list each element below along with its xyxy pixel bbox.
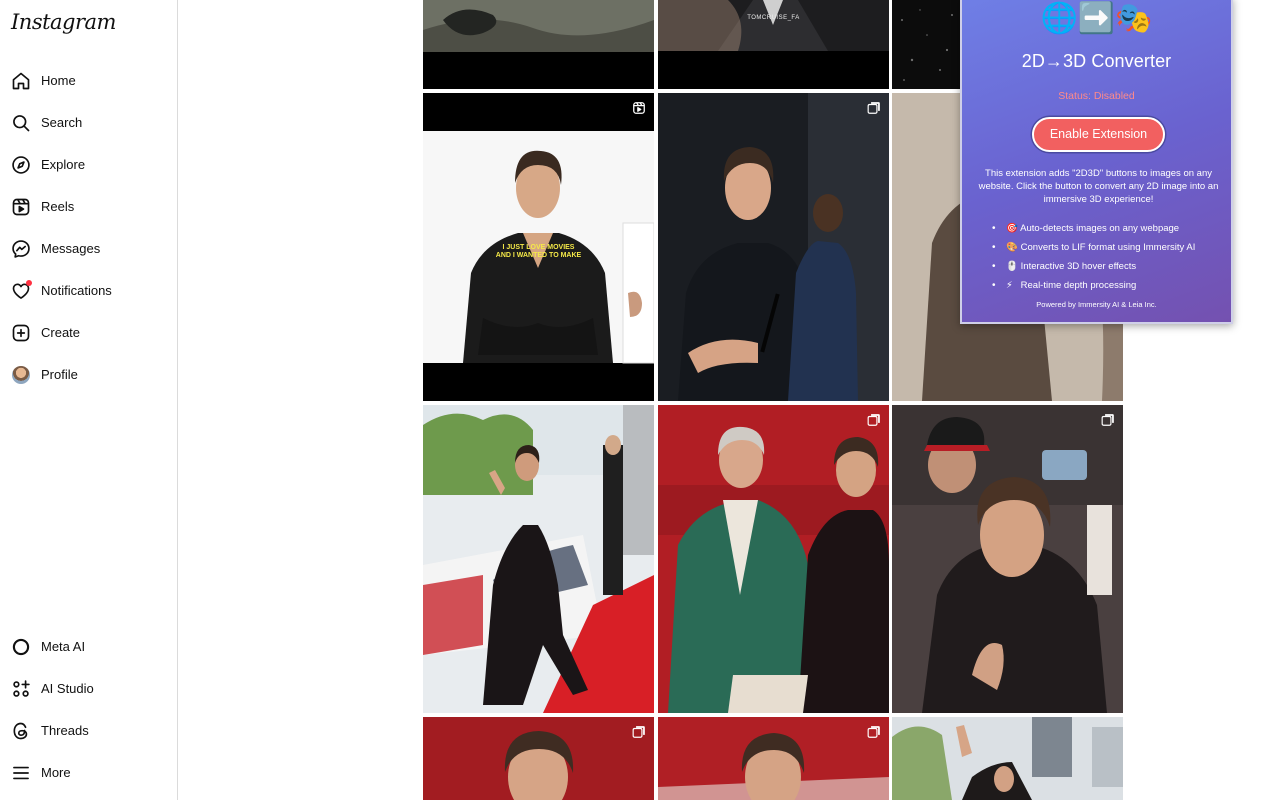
feature-text: Interactive 3D hover effects [1020, 261, 1137, 272]
post-tile[interactable] [892, 717, 1123, 800]
post-tile[interactable] [658, 717, 889, 800]
instagram-logo[interactable]: Instagram [11, 10, 116, 34]
instagram-window: Instagram Home Search Explore Reels Mess… [0, 0, 1280, 800]
sidebar-item-search[interactable]: Search [0, 103, 177, 143]
sidebar-item-label: Create [41, 325, 81, 340]
sidebar-item-home[interactable]: Home [0, 61, 177, 101]
search-icon [11, 113, 31, 133]
post-overlay-caption: TOMCRUISE_FA [747, 15, 800, 21]
carousel-icon [867, 413, 881, 427]
post-tile[interactable] [423, 0, 654, 89]
sidebar-item-label: Explore [41, 157, 86, 172]
post-tile[interactable] [423, 717, 654, 800]
feature-item: 🖱️ Interactive 3D hover effects [992, 257, 1222, 276]
post-image [658, 93, 889, 401]
carousel-icon [1101, 413, 1115, 427]
mouse-icon: 🖱️ [1006, 261, 1018, 272]
sidebar-item-reels[interactable]: Reels [0, 187, 177, 227]
lightning-icon: ⚡ [1006, 280, 1013, 291]
plus-square-icon [11, 323, 31, 343]
post-image [892, 717, 1123, 800]
post-tile[interactable] [658, 405, 889, 713]
messenger-icon [11, 239, 31, 259]
post-image [423, 405, 654, 713]
feature-text: Converts to LIF format using Immersity A… [1020, 242, 1196, 253]
avatar [12, 366, 30, 384]
sidebar-item-label: More [41, 765, 71, 780]
compass-icon [11, 155, 31, 175]
target-icon: 🎯 [1006, 223, 1018, 234]
reel-icon [632, 101, 646, 115]
sidebar: Instagram Home Search Explore Reels Mess… [0, 0, 178, 800]
sidebar-item-label: Meta AI [41, 639, 86, 654]
post-image [423, 717, 654, 800]
post-tile[interactable]: I JUST LOVE MOVIES AND I WANTED TO MAKE [423, 93, 654, 401]
feature-item: 🎯 Auto-detects images on any webpage [992, 219, 1222, 238]
post-tile[interactable] [658, 93, 889, 401]
carousel-icon [867, 101, 881, 115]
extension-status: Status: Disabled [1058, 90, 1135, 102]
feature-text: Auto-detects images on any webpage [1020, 223, 1180, 234]
sidebar-item-more[interactable]: More [0, 753, 177, 793]
notification-dot [26, 280, 32, 286]
carousel-icon [632, 725, 646, 739]
ai-studio-icon [11, 679, 31, 699]
post-image [658, 0, 889, 89]
sidebar-item-label: Home [41, 73, 76, 88]
extension-feature-list: 🎯 Auto-detects images on any webpage 🎨 C… [992, 219, 1222, 295]
extension-footer: Powered by Immersity AI & Leia Inc. [1036, 300, 1157, 309]
sidebar-item-label: Messages [41, 241, 101, 256]
extension-popup: 🌐➡️🎭 2D→3D Converter Status: Disabled En… [960, 0, 1233, 324]
threads-icon [11, 721, 31, 741]
sidebar-item-messages[interactable]: Messages [0, 229, 177, 269]
palette-icon: 🎨 [1006, 242, 1018, 253]
post-tile[interactable] [423, 405, 654, 713]
enable-extension-button[interactable]: Enable Extension [1032, 117, 1165, 152]
sidebar-item-ai-studio[interactable]: AI Studio [0, 669, 177, 709]
post-tile[interactable] [892, 405, 1123, 713]
sidebar-item-meta-ai[interactable]: Meta AI [0, 627, 177, 667]
meta-ai-icon [11, 637, 31, 657]
sidebar-item-label: Threads [41, 723, 89, 738]
home-icon [11, 71, 31, 91]
feature-item: ⚡ Real-time depth processing [992, 276, 1222, 295]
post-tile[interactable]: TOMCRUISE_FA [658, 0, 889, 89]
post-image [658, 717, 889, 800]
sidebar-item-profile[interactable]: Profile [0, 355, 177, 395]
extension-emoji-banner: 🌐➡️🎭 [1040, 2, 1153, 35]
sidebar-item-label: AI Studio [41, 681, 94, 696]
reels-icon [11, 197, 31, 217]
extension-title: 2D→3D Converter [1021, 51, 1172, 71]
sidebar-item-explore[interactable]: Explore [0, 145, 177, 185]
sidebar-item-label: Search [41, 115, 83, 130]
sidebar-item-create[interactable]: Create [0, 313, 177, 353]
post-image [423, 0, 654, 89]
carousel-icon [867, 725, 881, 739]
extension-description: This extension adds "2D3D" buttons to im… [978, 168, 1219, 205]
sidebar-item-label: Profile [41, 367, 78, 382]
sidebar-item-threads[interactable]: Threads [0, 711, 177, 751]
post-image [658, 405, 889, 713]
feature-item: 🎨 Converts to LIF format using Immersity… [992, 238, 1222, 257]
feature-text: Real-time depth processing [1020, 280, 1137, 291]
sidebar-item-label: Notifications [41, 283, 112, 298]
post-image [892, 405, 1123, 713]
sidebar-item-label: Reels [41, 199, 75, 214]
sidebar-item-notifications[interactable]: Notifications [0, 271, 177, 311]
reel-caption-line2: AND I WANTED TO MAKE [495, 252, 582, 259]
menu-icon [11, 763, 31, 783]
